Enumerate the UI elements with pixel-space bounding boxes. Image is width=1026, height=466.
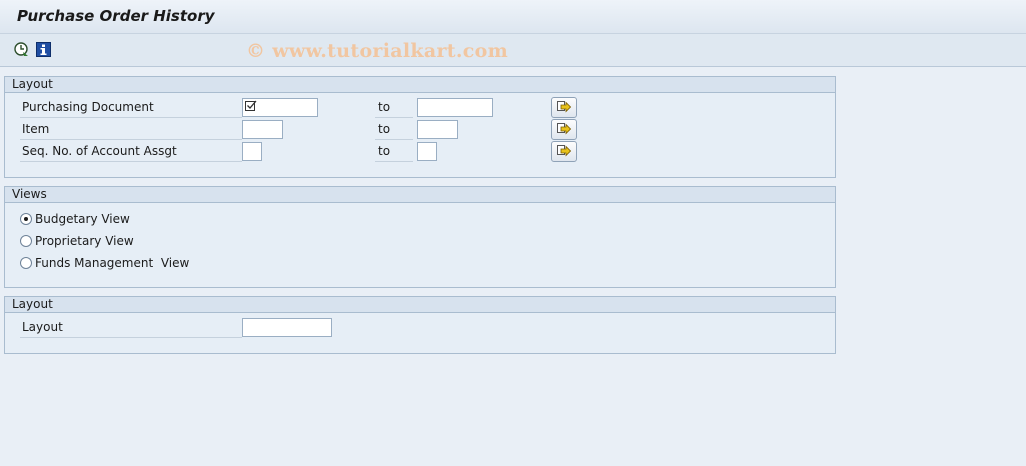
selection-row-seq-no: Seq. No. of Account Assgt to — [5, 141, 835, 163]
seq-no-account-assgt-label: Seq. No. of Account Assgt — [20, 144, 242, 162]
multiple-selection-arrow-icon — [557, 123, 571, 135]
purchasing-document-to-input[interactable] — [417, 98, 493, 117]
group-header: Layout — [5, 77, 835, 93]
item-to-input[interactable] — [417, 120, 458, 139]
to-label: to — [375, 122, 413, 140]
selection-row-purchasing-document: Purchasing Document to — [5, 97, 835, 119]
selection-row-item: Item to — [5, 119, 835, 141]
page-title: Purchase Order History — [17, 7, 215, 25]
watermark: © www.tutorialkart.com — [246, 40, 509, 62]
to-label: to — [375, 144, 413, 162]
radio-label: Proprietary View — [35, 234, 134, 248]
seq-no-from-input[interactable] — [242, 142, 262, 161]
required-check-icon — [245, 100, 257, 111]
group-header: Layout — [5, 297, 835, 313]
layout-input[interactable] — [242, 318, 332, 337]
selection-group: Layout Purchasing Document to Item to Se… — [4, 76, 836, 178]
radio-button[interactable] — [20, 235, 32, 247]
multiple-selection-arrow-icon — [557, 145, 571, 157]
layout-field-label: Layout — [20, 320, 242, 338]
item-label: Item — [20, 122, 242, 140]
radio-button[interactable] — [20, 257, 32, 269]
layout-group: Layout Layout — [4, 296, 836, 354]
views-group: Views Budgetary View Proprietary View Fu… — [4, 186, 836, 288]
multiple-selection-button[interactable] — [551, 97, 577, 118]
application-toolbar: © www.tutorialkart.com — [0, 34, 1026, 67]
group-header: Views — [5, 187, 835, 203]
execute-clock-icon[interactable] — [14, 42, 29, 57]
multiple-selection-button[interactable] — [551, 141, 577, 162]
item-from-input[interactable] — [242, 120, 283, 139]
title-bar: Purchase Order History — [0, 0, 1026, 34]
radio-button[interactable] — [20, 213, 32, 225]
seq-no-to-input[interactable] — [417, 142, 437, 161]
purchasing-document-label: Purchasing Document — [20, 100, 242, 118]
multiple-selection-button[interactable] — [551, 119, 577, 140]
radio-label: Budgetary View — [35, 212, 130, 226]
to-label: to — [375, 100, 413, 118]
multiple-selection-arrow-icon — [557, 101, 571, 113]
purchasing-document-from-input[interactable] — [242, 98, 318, 117]
info-icon[interactable] — [36, 42, 51, 57]
layout-row: Layout — [5, 317, 835, 339]
radio-label: Funds Management View — [35, 256, 190, 270]
